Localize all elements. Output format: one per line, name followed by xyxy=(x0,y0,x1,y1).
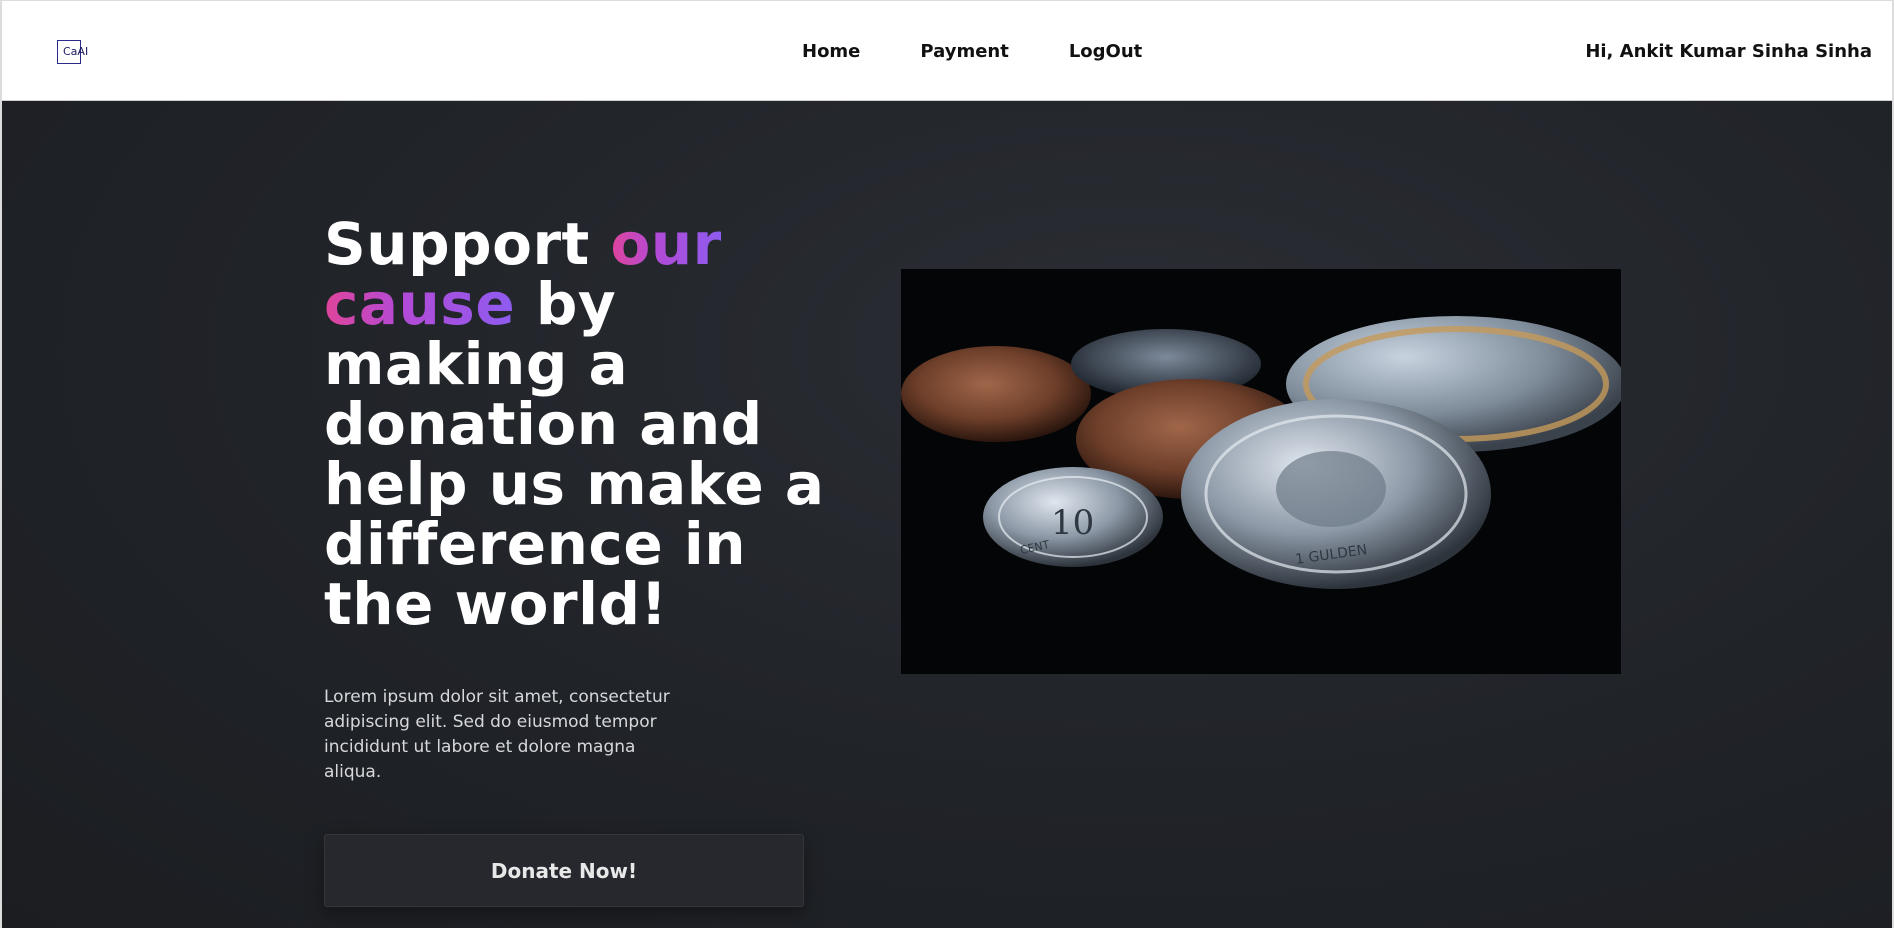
hero-description: Lorem ipsum dolor sit amet, consectetur … xyxy=(324,687,670,782)
nav-link-payment[interactable]: Payment xyxy=(920,41,1008,62)
user-greeting: Hi, Ankit Kumar Sinha Sinha xyxy=(1585,41,1872,62)
headline-part1: Support xyxy=(324,210,611,278)
donate-button[interactable]: Donate Now! xyxy=(324,834,804,907)
nav-links: Home Payment LogOut xyxy=(802,41,1202,62)
headline-highlight-our: our xyxy=(610,210,722,278)
navbar: CaAI Home Payment LogOut Hi, Ankit Kumar… xyxy=(2,1,1892,101)
logo[interactable]: CaAI xyxy=(57,40,97,64)
coins-image: 10 CENT 1 GULDEN xyxy=(901,269,1621,674)
hero-section: Support our cause by making a donation an… xyxy=(2,101,1892,928)
logo-text: CaAI xyxy=(63,45,89,58)
nav-link-logout[interactable]: LogOut xyxy=(1069,41,1142,62)
hero-headline: Support our cause by making a donation an… xyxy=(324,214,844,634)
coins-photo-icon: 10 CENT 1 GULDEN xyxy=(901,269,1621,674)
nav-link-home[interactable]: Home xyxy=(802,41,860,62)
coin-ten-text: 10 xyxy=(1051,503,1094,543)
headline-highlight-cause: cause xyxy=(324,270,516,338)
